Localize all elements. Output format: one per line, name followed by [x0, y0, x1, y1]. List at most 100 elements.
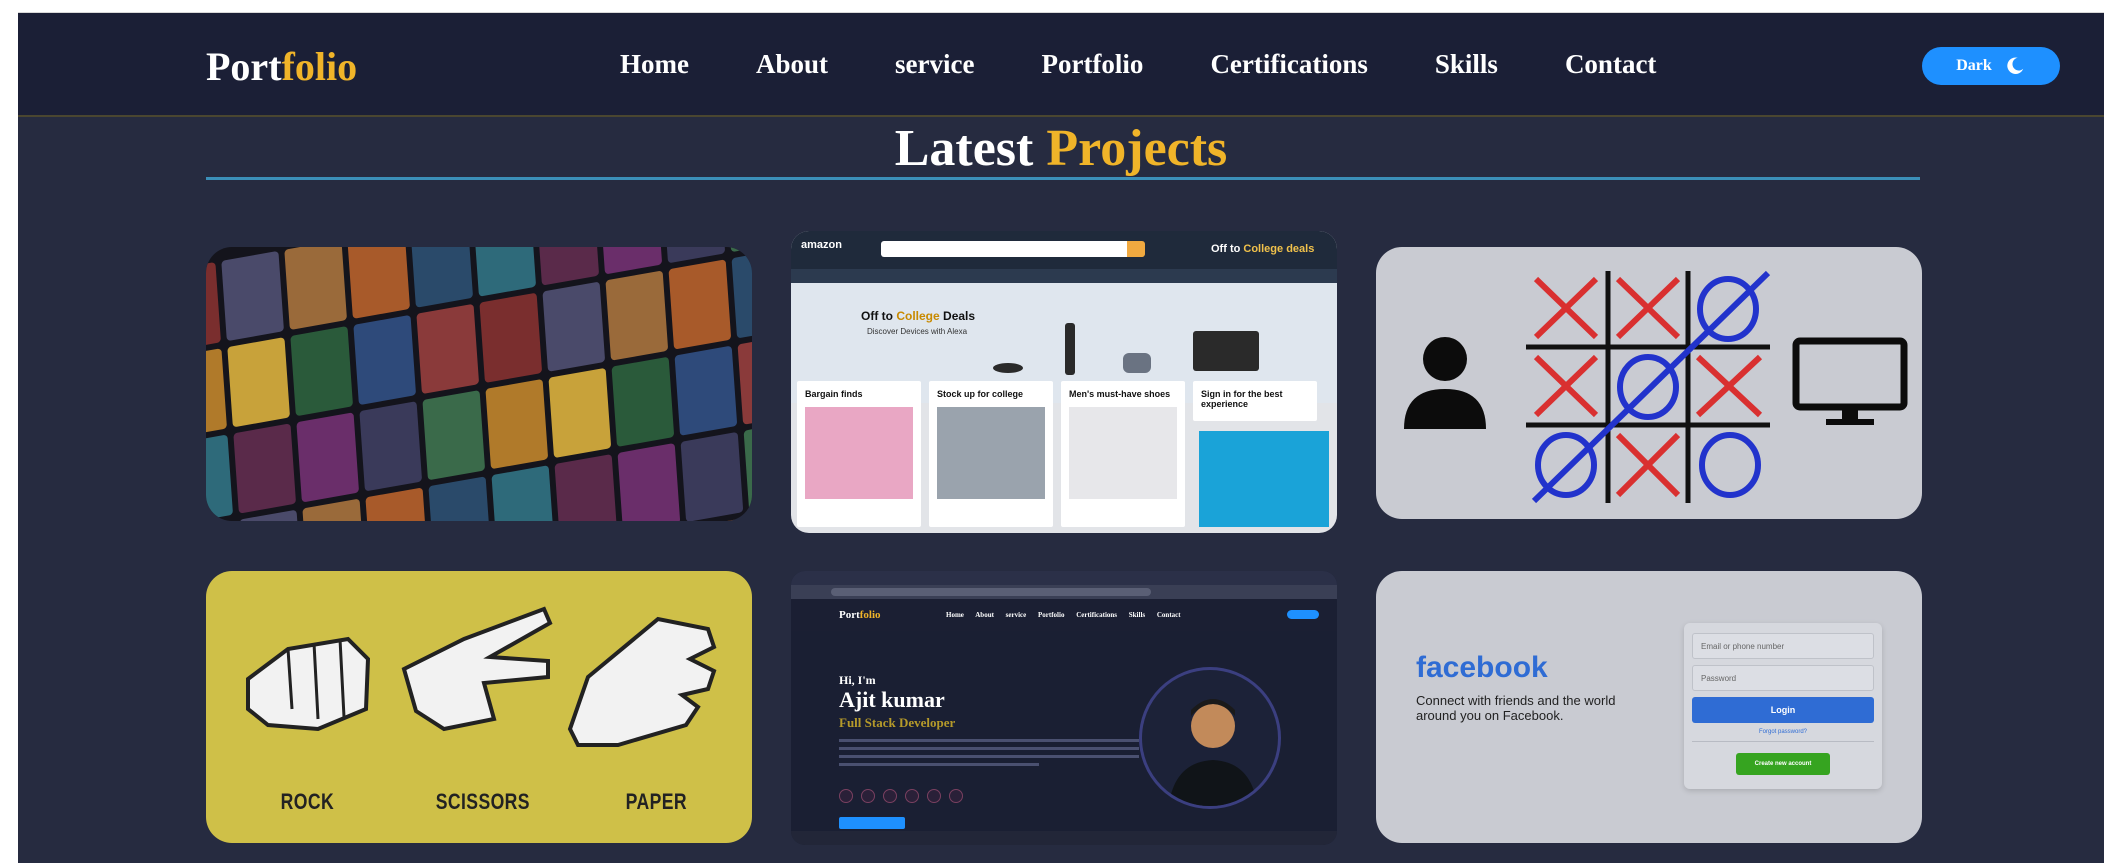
- movie-poster-thumbnail: [410, 247, 474, 308]
- portfolio-mock-role: Full Stack Developer: [839, 715, 956, 730]
- portfolio-mock-text-line: [839, 747, 1139, 750]
- movie-poster-thumbnail: [485, 378, 549, 470]
- movie-poster-thumbnail: [428, 476, 492, 521]
- social-icon: [927, 789, 941, 803]
- movie-poster-thumbnail: [206, 261, 221, 353]
- amazon-promo-end: deals: [1286, 243, 1315, 255]
- portfolio-mock-toggle: [1287, 610, 1319, 619]
- movie-poster-thumbnail: [617, 442, 681, 521]
- section-title-accent: Projects: [1046, 120, 1228, 177]
- social-icon: [839, 789, 853, 803]
- amazon-tile-image: [805, 407, 913, 499]
- social-icon: [883, 789, 897, 803]
- movie-poster-thumbnail: [605, 270, 669, 361]
- movie-poster-thumbnail: [599, 247, 663, 275]
- amazon-tile-shoes: Men's must-have shoes: [1061, 381, 1185, 527]
- nav-item-portfolio[interactable]: Portfolio: [1041, 49, 1143, 80]
- amazon-tile-bargain: Bargain finds: [797, 381, 921, 527]
- nav-item-home[interactable]: Home: [620, 49, 689, 80]
- portfolio-mock-menu: Home About service Portfolio Certificati…: [946, 611, 1181, 619]
- rps-label-rock: ROCK: [280, 789, 335, 814]
- os-taskbar: [791, 831, 1337, 845]
- site-logo[interactable]: Portfolio: [206, 43, 357, 90]
- monitor-icon: [1792, 337, 1908, 425]
- amazon-tile-title: Bargain finds: [805, 389, 863, 399]
- amazon-hero-title-end: Deals: [943, 309, 976, 323]
- nav-item-service[interactable]: service: [895, 49, 974, 80]
- paper-hand-icon: [567, 616, 717, 747]
- project-card-rps[interactable]: ROCK SCISSORS PAPER: [206, 571, 752, 843]
- movie-poster-thumbnail: [725, 247, 752, 253]
- facebook-email-field: Email or phone number: [1692, 633, 1874, 659]
- section-divider: [206, 177, 1920, 180]
- avatar: [1139, 667, 1281, 809]
- project-card-amazon[interactable]: amazon Off to College deals Off to Colle…: [791, 231, 1337, 533]
- movie-poster-thumbnail: [536, 247, 600, 286]
- portfolio-mock-text-line: [839, 755, 1139, 758]
- movie-poster-thumbnail: [743, 420, 752, 512]
- movie-poster-thumbnail: [479, 292, 543, 383]
- project-card-movies[interactable]: [206, 247, 752, 521]
- movie-poster-thumbnail: [737, 334, 752, 425]
- movie-poster-thumbnail: [302, 498, 366, 521]
- movie-poster-thumbnail: [491, 465, 555, 521]
- amazon-tile-image: [1069, 407, 1177, 499]
- portfolio-mock-logo: Portfolio: [839, 609, 881, 621]
- social-icon: [861, 789, 875, 803]
- nav-item-skills[interactable]: Skills: [1435, 49, 1498, 80]
- amazon-hero-subtitle: Discover Devices with Alexa: [867, 327, 968, 336]
- movie-poster-thumbnail: [542, 281, 606, 372]
- person-photo-icon: [1168, 699, 1258, 806]
- section-title: Latest Projects: [18, 119, 2104, 178]
- amazon-tile-title: Stock up for college: [937, 389, 1024, 399]
- nav-item-certifications[interactable]: Certifications: [1210, 49, 1367, 80]
- movie-poster-thumbnail: [290, 325, 354, 417]
- theme-toggle-button[interactable]: Dark: [1922, 47, 2060, 85]
- logo-accent: folio: [281, 44, 358, 89]
- movie-poster-thumbnail: [680, 431, 744, 521]
- portfolio-mock-logo-accent: folio: [859, 609, 881, 621]
- amazon-tile-title: Men's must-have shoes: [1069, 389, 1171, 399]
- project-card-facebook[interactable]: facebook Connect with friends and the wo…: [1376, 571, 1922, 843]
- fire-tablet-image: [1193, 331, 1259, 371]
- movie-poster-thumbnail: [296, 412, 360, 503]
- movie-poster-thumbnail: [674, 345, 738, 436]
- nav-item-contact[interactable]: Contact: [1565, 49, 1656, 80]
- movie-poster-thumbnail: [668, 259, 732, 350]
- portfolio-mock-greeting: Hi, I'm: [839, 673, 876, 687]
- amazon-promo-accent: College: [1243, 243, 1284, 255]
- movie-poster-thumbnail: [359, 401, 423, 492]
- amazon-ad-image: [1199, 431, 1329, 527]
- echo-dot-image: [1123, 353, 1151, 373]
- movie-poster-thumbnail: [206, 434, 234, 521]
- rock-hand-icon: [246, 636, 371, 732]
- facebook-divider: [1692, 741, 1874, 742]
- facebook-password-field: Password: [1692, 665, 1874, 691]
- portfolio-mock-name: Ajit kumar: [839, 687, 945, 712]
- moon-icon: [2007, 57, 2024, 74]
- movie-poster-thumbnail: [422, 390, 486, 481]
- amazon-tile-title: Sign in for the best experience: [1201, 389, 1283, 409]
- movie-poster-thumbnail: [365, 487, 429, 521]
- poster-grid-image: [206, 247, 752, 521]
- logo-main: Port: [206, 44, 282, 89]
- movie-poster-thumbnail: [353, 314, 417, 406]
- movie-poster-thumbnail: [554, 454, 618, 521]
- facebook-create-button: Create new account: [1736, 753, 1830, 775]
- page-frame: Portfolio Home About service Portfolio C…: [18, 12, 2104, 863]
- section-title-main: Latest: [894, 120, 1034, 177]
- amazon-search-icon: [1127, 241, 1145, 257]
- person-icon: [1404, 337, 1486, 429]
- amazon-search-bar: [881, 241, 1141, 257]
- movie-poster-thumbnail: [221, 250, 284, 342]
- browser-tabs: [791, 571, 1337, 585]
- movie-poster-thumbnail: [206, 348, 227, 439]
- movie-poster-thumbnail: [227, 337, 291, 428]
- project-card-tictactoe[interactable]: [1376, 247, 1922, 519]
- amazon-promo-banner: Off to College deals: [1211, 243, 1314, 255]
- amazon-subnav: [791, 269, 1337, 283]
- nav-item-about[interactable]: About: [756, 49, 828, 80]
- project-card-portfolio[interactable]: Portfolio Home About service Portfolio C…: [791, 571, 1337, 845]
- movie-poster-thumbnail: [611, 356, 675, 447]
- movie-poster-thumbnail: [548, 367, 612, 459]
